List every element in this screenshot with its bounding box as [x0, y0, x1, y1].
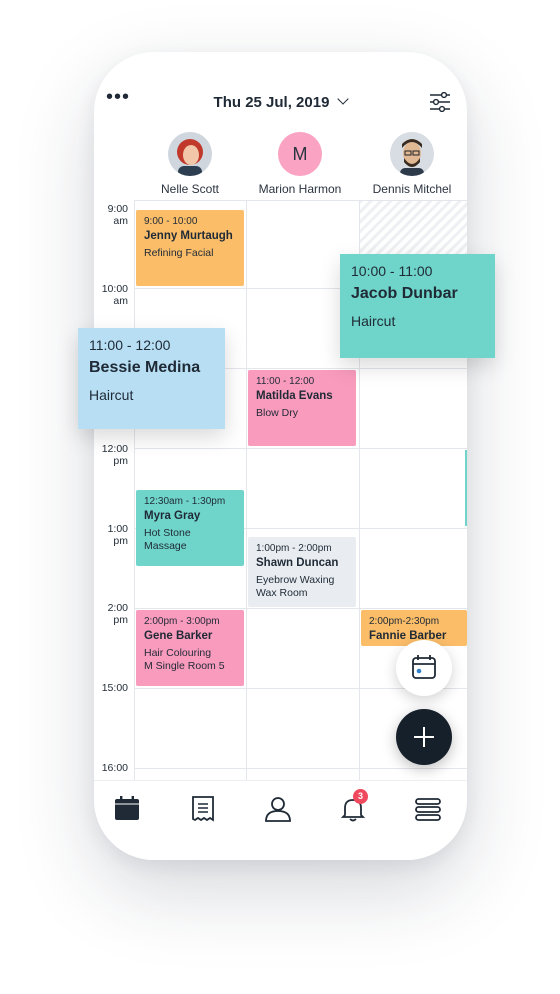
- time-label: 16:00: [101, 762, 128, 774]
- receipt-icon[interactable]: [189, 795, 217, 823]
- time-label: 12:00 pm: [101, 443, 128, 467]
- calendar-small-icon: [412, 655, 436, 679]
- appointment-card[interactable]: 2:00pm - 3:00pm Gene Barker Hair Colouri…: [136, 610, 244, 686]
- avatar: [168, 132, 212, 176]
- time-label: 2:00 pm: [107, 602, 128, 626]
- staff-name: Dennis Mitchel: [372, 182, 452, 196]
- staff-dennis[interactable]: Dennis Mitchel: [362, 132, 462, 196]
- appointment-client: Jenny Murtaugh: [144, 230, 233, 242]
- staff-marion[interactable]: M Marion Harmon: [250, 132, 350, 196]
- date-label: Thu 25 Jul, 2019: [213, 94, 330, 111]
- menu-stack-icon[interactable]: [414, 795, 442, 823]
- appointment-time: 11:00 - 12:00: [89, 337, 171, 353]
- time-label: 1:00 pm: [107, 523, 128, 547]
- phone-frame: ••• Thu 25 Jul, 2019 Nelle Scott M Mario…: [94, 52, 467, 860]
- time-label: 10:00 am: [101, 283, 128, 307]
- time-label: 9:00 am: [107, 203, 128, 227]
- staff-name: Marion Harmon: [258, 182, 342, 196]
- avatar: [390, 132, 434, 176]
- bottom-nav: 3: [94, 780, 467, 860]
- top-bar: ••• Thu 25 Jul, 2019: [94, 52, 467, 124]
- appointment-service: Blow Dry: [256, 407, 299, 419]
- appointment-client: Myra Gray: [144, 510, 201, 522]
- appointment-client: Gene Barker: [144, 630, 213, 642]
- plus-icon: [414, 727, 434, 747]
- add-appointment-button[interactable]: [396, 709, 452, 765]
- appointment-client: Shawn Duncan: [256, 557, 339, 569]
- appointment-edge: [465, 450, 467, 526]
- calendar-icon[interactable]: [113, 795, 141, 823]
- appointment-time: 12:30am - 1:30pm: [144, 496, 226, 507]
- appointment-time: 2:00pm - 3:00pm: [144, 616, 220, 627]
- appointment-card[interactable]: 11:00 - 12:00 Matilda Evans Blow Dry: [248, 370, 356, 446]
- floating-appointment-card[interactable]: 10:00 - 11:00 Jacob Dunbar Haircut: [340, 254, 495, 358]
- time-label: 15:00: [101, 682, 128, 694]
- avatar: M: [278, 132, 322, 176]
- appointment-service: Hair Colouring M Single Room 5: [144, 647, 225, 672]
- filter-sliders-icon[interactable]: [429, 92, 451, 112]
- appointment-client: Jacob Dunbar: [351, 285, 458, 302]
- appointment-card[interactable]: 1:00pm - 2:00pm Shawn Duncan Eyebrow Wax…: [248, 537, 356, 607]
- notifications-button[interactable]: 3: [339, 789, 368, 823]
- appointment-client: Matilda Evans: [256, 390, 333, 402]
- appointment-service: Hot Stone Massage: [144, 527, 191, 552]
- appointment-client: Bessie Medina: [89, 359, 201, 376]
- floating-appointment-card[interactable]: 11:00 - 12:00 Bessie Medina Haircut: [78, 328, 225, 429]
- appointment-service: Haircut: [89, 387, 134, 403]
- staff-nelle[interactable]: Nelle Scott: [140, 132, 240, 196]
- appointment-service: Refining Facial: [144, 247, 214, 259]
- appointment-time: 9:00 - 10:00: [144, 216, 198, 227]
- appointment-time: 10:00 - 11:00: [351, 263, 433, 279]
- chevron-down-icon: [337, 93, 350, 105]
- appointment-time: 2:00pm-2:30pm: [369, 616, 440, 627]
- appointment-card[interactable]: 9:00 - 10:00 Jenny Murtaugh Refining Fac…: [136, 210, 244, 286]
- appointment-time: 11:00 - 12:00: [256, 376, 315, 387]
- appointment-service: Haircut: [351, 313, 396, 329]
- staff-name: Nelle Scott: [160, 182, 220, 196]
- appointment-time: 1:00pm - 2:00pm: [256, 543, 332, 554]
- calendar-fab[interactable]: [396, 640, 452, 696]
- date-selector[interactable]: Thu 25 Jul, 2019: [94, 93, 467, 111]
- appointment-card[interactable]: 12:30am - 1:30pm Myra Gray Hot Stone Mass…: [136, 490, 244, 566]
- user-icon[interactable]: [264, 795, 292, 823]
- appointment-service: Eyebrow Waxing Wax Room: [256, 574, 335, 599]
- notification-badge: 3: [353, 789, 368, 804]
